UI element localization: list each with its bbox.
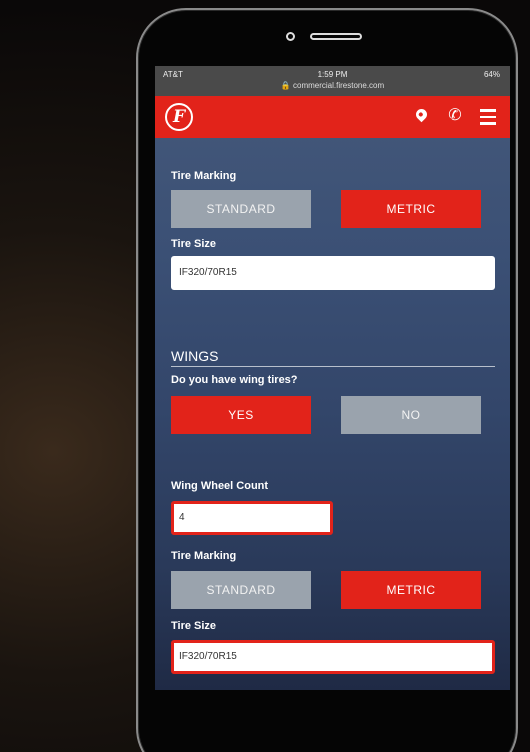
wing-wheel-count-label: Wing Wheel Count (171, 480, 269, 492)
wing-tires-no-button[interactable]: NO (341, 396, 481, 434)
wing-tires-yes-button[interactable]: YES (171, 396, 311, 434)
tire-marking-metric-button[interactable]: METRIC (341, 190, 481, 228)
section-divider (171, 366, 495, 367)
tire-size-input[interactable]: IF320/70R15 (171, 256, 495, 290)
location-pin-icon[interactable] (412, 106, 430, 126)
wing-tire-marking-metric-button[interactable]: METRIC (341, 571, 481, 609)
battery-label: 64% (483, 70, 500, 79)
address-bar[interactable]: 🔒 commercial.firestone.com (155, 81, 510, 90)
tire-size-label: Tire Size (171, 238, 217, 250)
phone-screen: AT&T 1:59 PM 64% 🔒 commercial.firestone.… (155, 66, 510, 690)
header-icons: ✆ (412, 106, 498, 126)
wing-tires-question: Do you have wing tires? (171, 374, 298, 386)
site-header: F ✆ (155, 96, 510, 138)
camera-icon (286, 32, 295, 41)
tire-form: Tire Marking STANDARD METRIC Tire Size I… (155, 138, 510, 690)
wing-tire-marking-label: Tire Marking (171, 550, 237, 562)
status-bar: AT&T 1:59 PM 64% 🔒 commercial.firestone.… (155, 66, 510, 96)
wings-section-title: WINGS (171, 348, 219, 364)
url-text: commercial.firestone.com (293, 81, 385, 90)
speaker-grille (310, 33, 362, 40)
wing-tire-size-label: Tire Size (171, 620, 217, 632)
wing-wheel-count-input[interactable]: 4 (171, 501, 333, 535)
clock: 1:59 PM (317, 70, 348, 79)
menu-icon[interactable] (480, 106, 498, 126)
wing-tire-size-input[interactable]: IF320/70R15 (171, 640, 495, 674)
firestone-logo[interactable]: F (165, 103, 193, 131)
wing-tire-marking-standard-button[interactable]: STANDARD (171, 571, 311, 609)
tire-marking-label: Tire Marking (171, 170, 237, 182)
phone-icon[interactable]: ✆ (446, 106, 464, 126)
tire-marking-standard-button[interactable]: STANDARD (171, 190, 311, 228)
